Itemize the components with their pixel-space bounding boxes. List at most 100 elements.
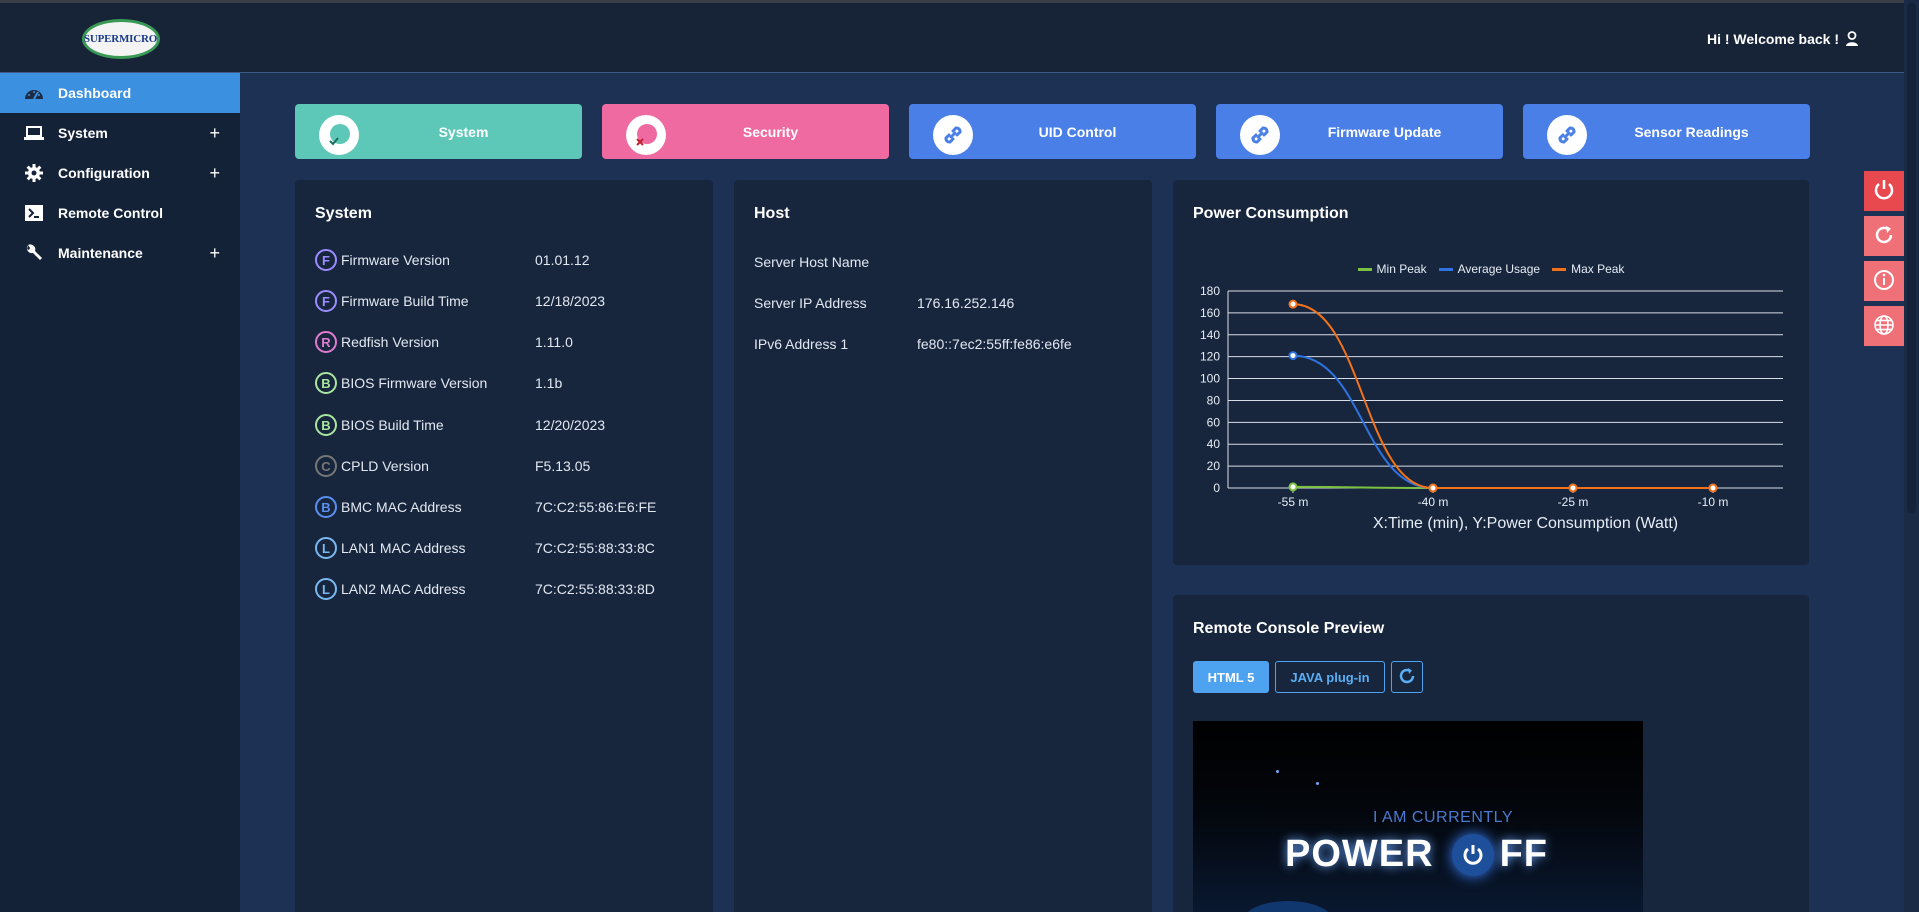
user-icon	[1845, 31, 1859, 47]
y-tick-label: 0	[1213, 481, 1220, 495]
user-menu[interactable]: Hi ! Welcome back !	[1707, 31, 1859, 47]
sidebar: Dashboard System + Configuration + Remot…	[0, 73, 240, 912]
power-action-button[interactable]	[1864, 171, 1904, 211]
host-row: Server Host Name	[754, 249, 869, 275]
system-card: System F Firmware Version 01.01.12 F Firmwar…	[295, 180, 713, 912]
main-content: System Security UID Control Firmware Upd…	[240, 74, 1903, 912]
y-tick-label: 160	[1200, 306, 1220, 320]
expand-plus-icon[interactable]: +	[209, 243, 220, 264]
system-info-row: R Redfish Version 1.11.0	[315, 329, 573, 355]
system-info-value: 1.11.0	[535, 334, 573, 350]
preview-status-line: I AM CURRENTLY	[1372, 809, 1514, 826]
info-badge-icon: B	[315, 414, 337, 436]
system-info-label: Firmware Version	[341, 252, 450, 268]
system-status-icon	[319, 115, 359, 155]
expand-plus-icon[interactable]: +	[209, 163, 220, 184]
y-tick-label: 40	[1207, 437, 1221, 451]
system-info-value: 7C:C2:55:86:E6:FE	[535, 499, 657, 515]
reset-icon	[1872, 223, 1896, 250]
page-scrollbar[interactable]	[1904, 0, 1919, 912]
refresh-preview-button[interactable]	[1391, 661, 1423, 693]
java-plugin-button[interactable]: JAVA plug-in	[1275, 661, 1385, 693]
link-icon	[1547, 115, 1587, 155]
series-point-2	[1428, 483, 1438, 493]
system-info-row: F Firmware Version 01.01.12	[315, 247, 590, 273]
info-badge-icon: B	[315, 496, 337, 518]
y-tick-label: 60	[1207, 415, 1221, 429]
sidebar-item-label: System	[58, 125, 108, 141]
gauge-icon	[24, 83, 44, 103]
preview-word-ff: FF	[1499, 833, 1548, 875]
system-info-label: Redfish Version	[341, 334, 440, 350]
host-label: Server IP Address	[754, 295, 867, 311]
series-point-2	[1568, 483, 1578, 493]
sidebar-item-label: Configuration	[58, 165, 150, 181]
language-action-button[interactable]	[1864, 306, 1904, 346]
scrollbar-thumb[interactable]	[1907, 3, 1916, 513]
system-info-row: F Firmware Build Time 12/18/2023	[315, 288, 605, 314]
info-badge-icon: F	[315, 249, 337, 271]
system-info-row: B BIOS Firmware Version 1.1b	[315, 370, 562, 396]
quick-button-sensor-readings[interactable]: Sensor Readings	[1523, 104, 1810, 159]
series-point-0	[1288, 482, 1298, 492]
console-preview-screen[interactable]: I AM CURRENTLY POWER FF	[1193, 721, 1643, 912]
sidebar-item-system[interactable]: System +	[0, 113, 240, 153]
power-chart: 0 20 40 60 80 100 120 140 160 180 -55 m -40 m -25 m -…	[1200, 284, 1783, 532]
system-info-label: Firmware Build Time	[341, 293, 469, 309]
sidebar-item-label: Maintenance	[58, 245, 143, 261]
system-info-row: C CPLD Version F5.13.05	[315, 453, 590, 479]
sidebar-item-remote-control[interactable]: Remote Control	[0, 193, 240, 233]
host-value: 176.16.252.146	[917, 295, 1015, 311]
security-status-icon	[626, 115, 666, 155]
system-info-row: L LAN2 MAC Address 7C:C2:55:88:33:8D	[315, 576, 655, 602]
star-decoration	[1276, 770, 1279, 773]
quick-button-firmware-update[interactable]: Firmware Update	[1216, 104, 1503, 159]
series-point-1	[1288, 351, 1298, 361]
series-point-2	[1288, 299, 1298, 309]
sidebar-item-label: Remote Control	[58, 205, 163, 221]
sidebar-item-dashboard[interactable]: Dashboard	[0, 73, 240, 113]
sidebar-item-configuration[interactable]: Configuration +	[0, 153, 240, 193]
system-info-value: 7C:C2:55:88:33:8D	[535, 581, 655, 597]
top-bar: SUPERMICRO Hi ! Welcome back !	[0, 0, 1919, 73]
supermicro-logo[interactable]: SUPERMICRO	[82, 19, 160, 59]
host-row: Server IP Address 176.16.252.146	[754, 290, 1014, 316]
welcome-text: Hi ! Welcome back !	[1706, 31, 1839, 47]
info-badge-icon: L	[315, 578, 337, 600]
host-row: IPv6 Address 1 fe80::7ec2:55ff:fe86:e6fe	[754, 331, 1072, 357]
globe-icon	[1872, 313, 1896, 340]
series-line-2	[1292, 303, 1713, 490]
sidebar-item-maintenance[interactable]: Maintenance +	[0, 233, 240, 273]
info-badge-icon: C	[315, 455, 337, 477]
system-info-row: B BIOS Build Time 12/20/2023	[315, 412, 605, 438]
gear-icon	[24, 163, 44, 183]
refresh-icon	[1397, 666, 1417, 689]
sidebar-item-label: Dashboard	[58, 85, 132, 101]
system-info-label: BMC MAC Address	[341, 499, 462, 515]
x-tick-label: -40 m	[1418, 495, 1449, 509]
info-badge-icon: R	[315, 331, 337, 353]
logo-text: SUPERMICRO	[83, 33, 158, 45]
quick-button-system[interactable]: System	[295, 104, 582, 159]
host-card: Host Server Host Name Server IP Address …	[734, 180, 1152, 912]
laptop-icon	[24, 123, 44, 143]
reset-action-button[interactable]	[1864, 216, 1904, 256]
y-tick-label: 80	[1207, 393, 1221, 407]
info-action-button[interactable]	[1864, 261, 1904, 301]
x-tick-label: -55 m	[1278, 495, 1309, 509]
system-info-value: 12/20/2023	[535, 417, 606, 433]
link-icon	[933, 115, 973, 155]
quick-button-security[interactable]: Security	[602, 104, 889, 159]
quick-button-uid-control[interactable]: UID Control	[909, 104, 1196, 159]
system-info-label: BIOS Build Time	[341, 417, 444, 433]
system-info-value: 1.1b	[535, 375, 563, 391]
system-info-label: BIOS Firmware Version	[341, 375, 488, 391]
html5-button[interactable]: HTML 5	[1193, 661, 1269, 693]
host-card-title: Host	[754, 205, 790, 222]
info-badge-icon: F	[315, 290, 337, 312]
x-tick-label: -25 m	[1558, 495, 1589, 509]
remote-console-card: Remote Console Preview HTML 5 JAVA plug-…	[1173, 595, 1809, 912]
y-tick-label: 140	[1200, 328, 1220, 342]
expand-plus-icon[interactable]: +	[209, 123, 220, 144]
y-tick-label: 180	[1200, 284, 1220, 298]
